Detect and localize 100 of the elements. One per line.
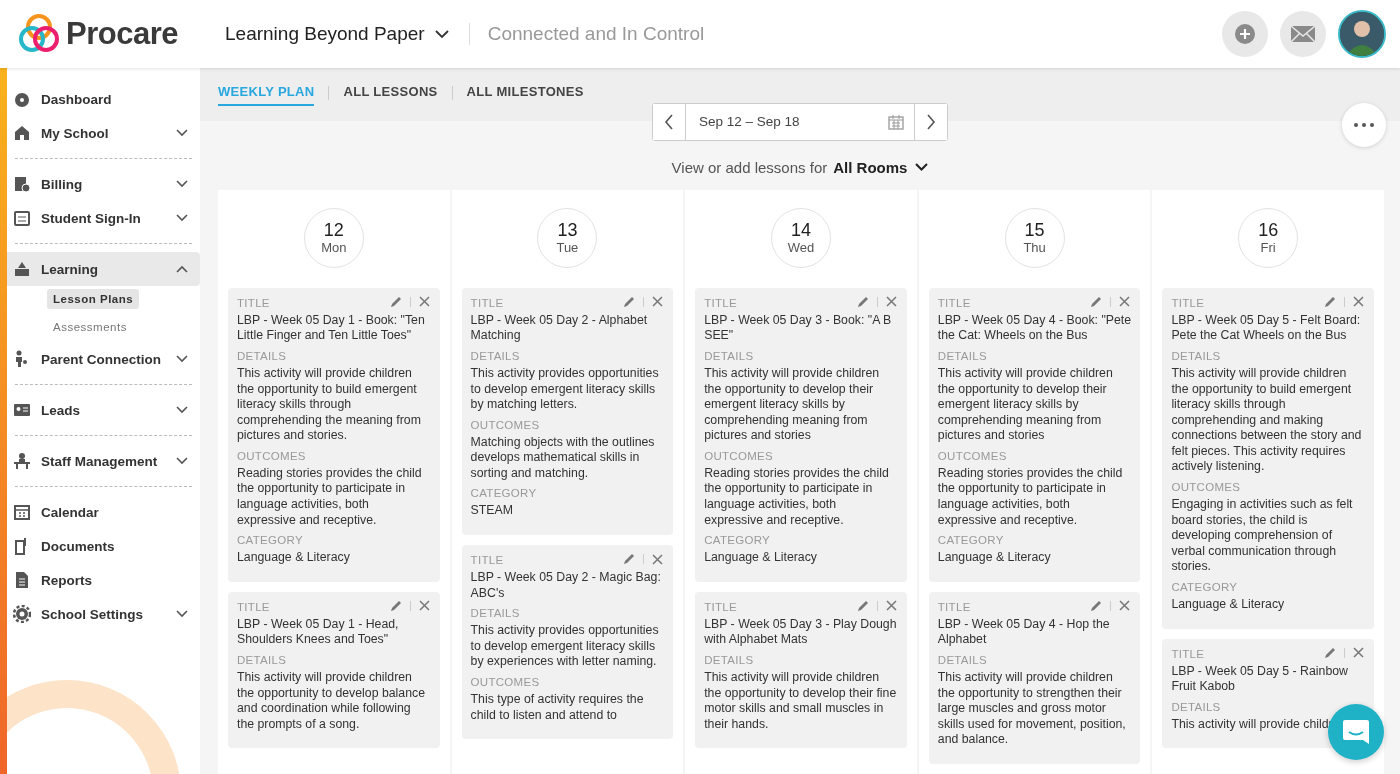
sidebar-item[interactable]: Documents xyxy=(7,529,200,563)
field-text: LBP - Week 05 Day 4 - Book: "Pete the Cat: Wheels on the Bus xyxy=(937,312,1132,344)
gauge-icon xyxy=(13,90,31,108)
field-text: This activity will provide children the opportunity to build emergent literacy skills through comprehending and making connections between the story and felt pieces. This activity requires actively listening. xyxy=(1171,365,1363,476)
lesson-card[interactable]: TITLE LBP - Week 05 Day 1 - Head, Shoulders Knees and Toes" DETAILS This activity will provide children the opportunity to develop balance and coordination while following the prompts of a song. xyxy=(228,591,440,749)
field-text: Language & Literacy xyxy=(937,550,1052,566)
edit-icon[interactable] xyxy=(856,295,869,308)
sidebar-item[interactable]: Parent Connection xyxy=(7,342,200,376)
field-label: OUTCOMES xyxy=(937,448,1007,463)
chevron-icon[interactable] xyxy=(176,355,188,363)
field-text: LBP - Week 05 Day 1 - Book: "Ten Little Finger and Ten Little Toes" xyxy=(237,312,426,344)
sidebar-item[interactable]: Leads xyxy=(7,393,200,427)
building-icon xyxy=(13,124,31,142)
chevron-left-icon[interactable] xyxy=(664,113,674,130)
sidebar-item[interactable]: Learning xyxy=(7,252,200,286)
close-icon[interactable] xyxy=(1353,647,1364,659)
field-text: STEAM xyxy=(470,503,514,520)
gear-icon xyxy=(13,605,31,623)
calendar-icon[interactable] xyxy=(888,113,904,130)
field-text: This activity will provide children the opportunity to build emergent literacy skills through comprehending the meaning from pictures and stories. xyxy=(237,365,422,444)
add-button[interactable] xyxy=(1222,11,1268,57)
avatar[interactable] xyxy=(1338,10,1386,58)
field-text: Reading stories provides the child the opportunity to participate in language activities, both expressive and receptive. xyxy=(704,465,890,529)
desk-person-icon xyxy=(13,452,31,470)
edit-icon[interactable] xyxy=(389,599,402,612)
sidebar-item[interactable]: Staff Management xyxy=(7,444,200,478)
chevron-icon[interactable] xyxy=(176,129,188,137)
chevron-icon[interactable] xyxy=(176,406,188,414)
school-selector[interactable]: Learning Beyond Paper xyxy=(205,23,470,45)
close-icon[interactable] xyxy=(1353,296,1364,308)
sidebar-item[interactable]: Calendar xyxy=(7,495,200,529)
clipboard-icon xyxy=(13,209,31,227)
field-text: This activity will provide children the opportunity to strengthen their large muscles and gross motor skills used for movement, position, and balance. xyxy=(937,670,1127,748)
sidebar-item[interactable]: My School xyxy=(7,116,200,150)
lesson-card[interactable] xyxy=(461,287,674,536)
edit-icon[interactable] xyxy=(1090,599,1103,612)
close-icon[interactable] xyxy=(418,296,430,308)
edit-icon[interactable] xyxy=(1324,646,1336,659)
field-label: TITLE xyxy=(1171,295,1205,310)
field-text: This type of activity requires the child to listen and attend to xyxy=(470,692,645,724)
lesson-card[interactable] xyxy=(228,287,440,582)
chevron-icon[interactable] xyxy=(176,214,188,222)
lesson-card[interactable]: TITLE LBP - Week 05 Day 3 - Play Dough with Alphabet Mats DETAILS This activity will provide children the opportunity to develop their fine motor skills and small muscles in their hands. xyxy=(695,591,907,749)
mail-button[interactable] xyxy=(1280,11,1326,57)
sidebar-item[interactable]: Reports xyxy=(7,563,200,597)
more-icon[interactable] xyxy=(1354,122,1374,127)
sidebar-subitem[interactable]: Assessments xyxy=(47,317,133,337)
field-text: This activity will provide children the opportunity to develop balance and coordination while following the prompts of a song. xyxy=(237,670,426,733)
field-label: TITLE xyxy=(470,295,504,310)
lesson-card[interactable] xyxy=(928,591,1141,764)
caret-icon[interactable] xyxy=(434,29,449,39)
lesson-card[interactable] xyxy=(1162,287,1374,629)
edit-icon[interactable] xyxy=(623,553,636,566)
edit-icon[interactable] xyxy=(856,599,869,612)
chevron-icon[interactable] xyxy=(176,610,188,618)
sidebar-item[interactable]: Dashboard xyxy=(7,82,200,116)
field-label: DETAILS xyxy=(704,348,754,363)
field-text: This activity will provide children the opportunity to develop their emergent literacy skills by comprehending meaning from pictures and stories xyxy=(937,365,1114,444)
mail-icon[interactable] xyxy=(1290,24,1316,44)
close-icon[interactable] xyxy=(885,296,897,308)
sidebar-item[interactable]: Billing xyxy=(7,167,200,201)
edit-icon[interactable] xyxy=(623,295,636,308)
field-label: DETAILS xyxy=(237,653,287,668)
chat-icon[interactable] xyxy=(1342,719,1370,745)
chevron-icon[interactable] xyxy=(176,265,188,273)
close-icon[interactable] xyxy=(652,553,664,565)
field-label: CATEGORY xyxy=(237,533,303,548)
close-icon[interactable] xyxy=(885,600,897,612)
field-label: TITLE xyxy=(237,599,270,614)
field-label: DETAILS xyxy=(704,653,754,668)
edit-icon[interactable] xyxy=(1324,295,1336,308)
caret-icon[interactable] xyxy=(915,163,929,172)
tab[interactable]: ALL LESSONS xyxy=(343,82,438,106)
sidebar-item[interactable]: School Settings xyxy=(7,597,200,631)
field-label: DETAILS xyxy=(1171,348,1221,363)
field-text: LBP - Week 05 Day 5 - Felt Board: Pete the Cat Wheels on the Bus xyxy=(1171,312,1362,344)
field-text: LBP - Week 05 Day 1 - Head, Shoulders Knees and Toes" xyxy=(237,616,400,649)
lesson-card[interactable] xyxy=(461,545,674,740)
field-text: LBP - Week 05 Day 2 - Magic Bag: ABC's xyxy=(470,570,662,602)
chevron-right-icon[interactable] xyxy=(926,113,936,130)
room-dropdown[interactable]: All Rooms xyxy=(833,158,929,176)
field-text: Reading stories provides the child the opportunity to participate in language activities, both expressive and receptive. xyxy=(937,465,1124,529)
field-text: Engaging in activities such as felt board stories, the child is developing comprehension of verbal communication through stories. xyxy=(1171,497,1354,576)
close-icon[interactable] xyxy=(1119,600,1131,612)
field-label: TITLE xyxy=(937,295,971,310)
edit-icon[interactable] xyxy=(389,295,402,308)
close-icon[interactable] xyxy=(418,600,430,612)
field-label: CATEGORY xyxy=(470,486,537,501)
close-icon[interactable] xyxy=(1119,296,1131,308)
lesson-card[interactable] xyxy=(695,287,907,582)
close-icon[interactable] xyxy=(652,296,664,308)
tab[interactable]: ALL MILESTONES xyxy=(466,82,584,106)
logo-icon xyxy=(18,13,60,55)
sidebar-subitem[interactable]: Lesson Plans xyxy=(47,289,140,309)
edit-icon[interactable] xyxy=(1090,295,1103,308)
sidebar-item[interactable]: Student Sign-In xyxy=(7,201,200,235)
plus-icon[interactable] xyxy=(1234,23,1256,45)
lesson-card[interactable] xyxy=(928,287,1141,582)
chevron-icon[interactable] xyxy=(176,457,188,465)
chevron-icon[interactable] xyxy=(176,180,188,188)
